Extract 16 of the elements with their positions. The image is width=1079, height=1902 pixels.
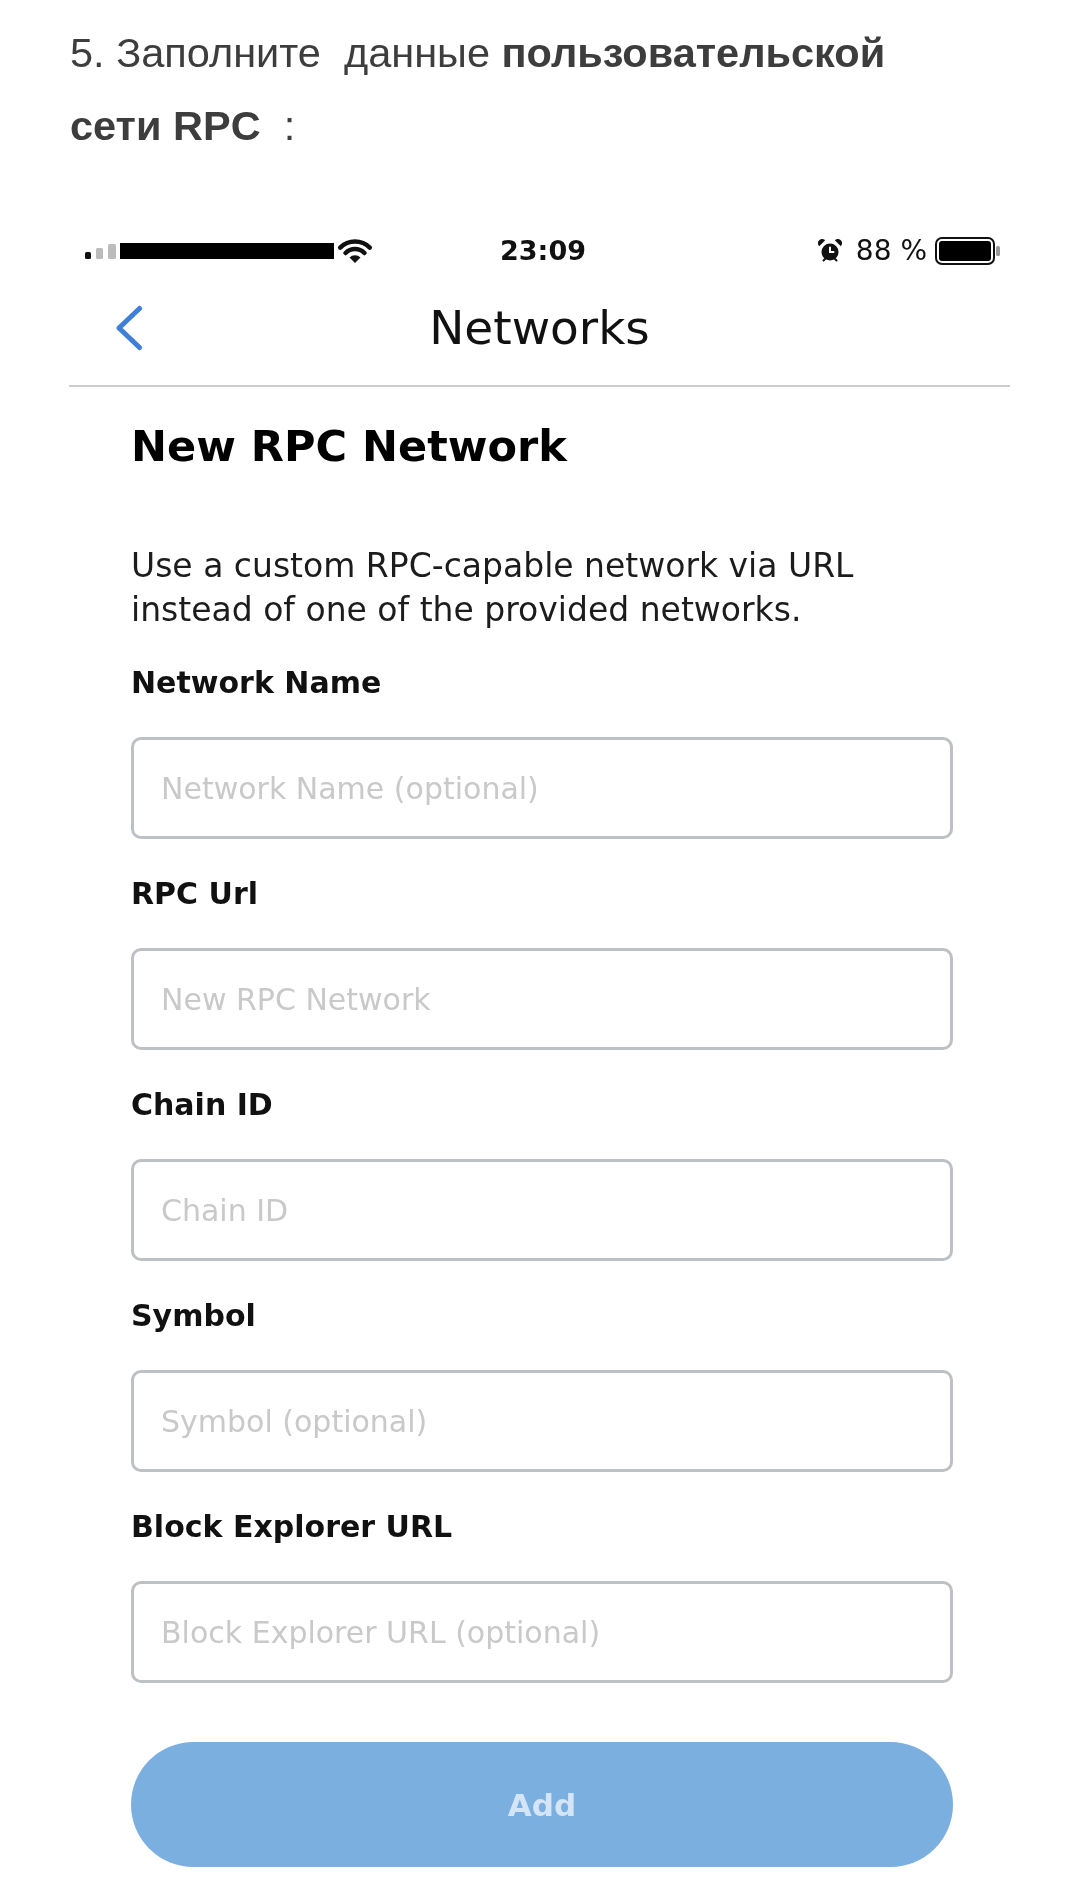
field-label: Chain ID: [131, 1087, 273, 1123]
field-label: Network Name: [131, 665, 382, 701]
alarm-clock-icon: [817, 239, 842, 263]
form-description: Use a custom RPC-capable network via URL instead of one of the provided networks.: [131, 545, 855, 631]
battery-icon: [935, 237, 1001, 265]
back-icon[interactable]: [115, 305, 143, 351]
screen-title: Networks: [429, 300, 650, 356]
wifi-icon: [337, 238, 373, 264]
form-title: New RPC Network: [131, 420, 567, 472]
field-label: Block Explorer URL: [131, 1509, 453, 1545]
field-label: RPC Url: [131, 876, 258, 912]
signal-icon: [85, 243, 116, 259]
status-time: 23:09: [500, 234, 586, 268]
instruction-text: 5. Заполните данные пользовательской сети RPC :: [70, 28, 887, 151]
battery-percentage: 88 %: [855, 234, 927, 268]
field-label: Symbol: [131, 1298, 256, 1334]
